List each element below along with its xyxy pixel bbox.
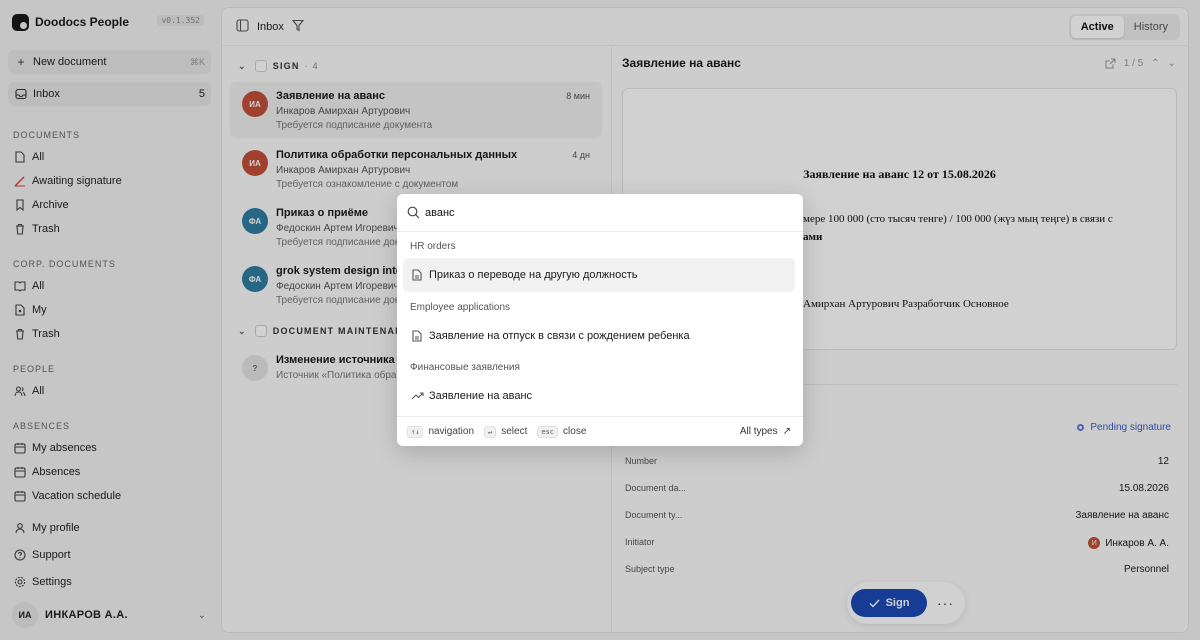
palette-result[interactable]: Заявление на аванс — [403, 379, 795, 413]
search-input[interactable] — [425, 202, 785, 224]
hint-select: ↵ select — [484, 425, 528, 438]
hint-label: select — [501, 426, 528, 437]
key-hint: esc — [537, 425, 559, 438]
command-palette: HR orders Приказ о переводе на другую до… — [397, 194, 803, 446]
arrow-up-right-icon: ↗ — [782, 426, 791, 437]
all-types-label: All types — [739, 426, 778, 437]
document-icon — [410, 268, 424, 282]
palette-section-title: Employee applications — [410, 302, 511, 313]
palette-result[interactable]: Приказ о переводе на другую должность — [403, 258, 795, 292]
search-icon — [407, 206, 421, 220]
result-label: Заявление на аванс — [429, 390, 533, 402]
document-icon — [410, 329, 424, 343]
key-hint: ↵ — [484, 425, 497, 438]
key-hint: ↑↓ — [407, 425, 424, 438]
all-types-link[interactable]: All types ↗ — [740, 426, 791, 437]
result-label: Приказ о переводе на другую должность — [429, 269, 638, 281]
hint-navigation: ↑↓ navigation — [407, 425, 475, 438]
result-label: Заявление на отпуск в связи с рождением … — [429, 330, 690, 342]
hint-label: close — [563, 426, 587, 437]
palette-section-title: Финансовые заявления — [410, 362, 520, 373]
trend-icon — [410, 389, 424, 403]
hint-label: navigation — [428, 426, 475, 437]
palette-search — [397, 194, 803, 232]
palette-footer: ↑↓ navigation ↵ select esc close All types ↗ — [397, 416, 803, 446]
palette-section-title: HR orders — [410, 241, 456, 252]
palette-result[interactable]: Заявление на отпуск в связи с рождением … — [403, 319, 795, 353]
hint-close: esc close — [537, 425, 587, 438]
